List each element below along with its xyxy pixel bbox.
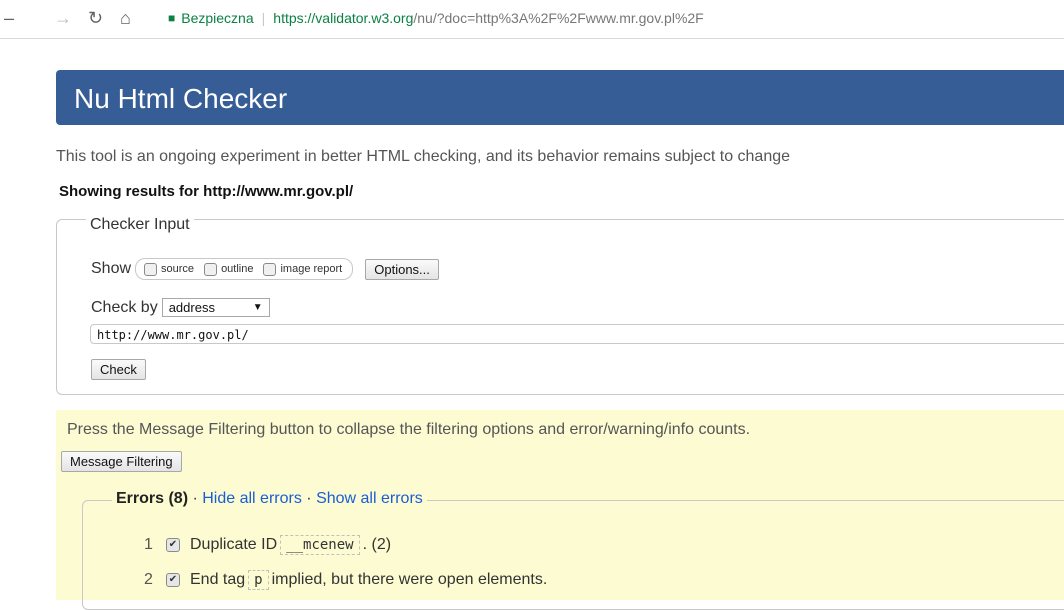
error-item: 1 ✔ Duplicate ID __mcenew . (2): [144, 535, 391, 555]
error-text: Duplicate ID: [190, 536, 278, 553]
secure-label: Bezpieczna: [181, 10, 254, 26]
error-suffix: implied, but there were open elements.: [271, 571, 548, 588]
error-text: End tag: [190, 571, 246, 588]
error-suffix: . (2): [362, 536, 392, 553]
error-number: 1: [144, 536, 153, 553]
error-toggle-checkbox[interactable]: ✔: [166, 573, 180, 587]
legend-dot: ·: [301, 490, 317, 507]
options-button[interactable]: Options...: [365, 258, 439, 280]
option-outline[interactable]: outline: [204, 262, 254, 276]
browser-toolbar: – → ↻ ⌂ ■ Bezpieczna | https://validator…: [0, 0, 1064, 39]
url-path: /nu/?doc=http%3A%2F%2Fwww.mr.gov.pl%2F: [413, 10, 704, 26]
hide-all-errors-link[interactable]: Hide all errors: [202, 490, 302, 507]
show-all-errors-link[interactable]: Show all errors: [316, 490, 423, 507]
showing-results: Showing results for http://www.mr.gov.pl…: [59, 183, 354, 200]
check-button[interactable]: Check: [91, 359, 146, 380]
page-title: Nu Html Checker: [74, 83, 288, 114]
forward-arrow-icon[interactable]: →: [54, 8, 72, 28]
legend-dot: ·: [188, 490, 203, 507]
outline-checkbox[interactable]: [204, 262, 218, 276]
lock-icon: ■: [168, 11, 176, 25]
checker-input-legend: Checker Input: [86, 216, 194, 234]
errors-count: Errors (8): [116, 490, 189, 507]
address-bar[interactable]: ■ Bezpieczna | https://validator.w3.org /…: [160, 6, 1064, 30]
errors-fieldset: [82, 500, 1064, 610]
back-arrow-icon[interactable]: –: [4, 8, 14, 28]
check-by-select[interactable]: address ▼: [161, 298, 270, 317]
option-outline-label: outline: [221, 263, 254, 275]
check-by-value: address: [168, 300, 215, 315]
address-input[interactable]: http://www.mr.gov.pl/: [90, 324, 1064, 344]
show-row: Show source outline image report Options…: [91, 258, 439, 280]
filtering-instructions: Press the Message Filtering button to co…: [67, 421, 751, 438]
error-toggle-checkbox[interactable]: ✔: [166, 538, 180, 552]
error-code: p: [248, 570, 269, 590]
option-image-report-label: image report: [280, 263, 343, 275]
header-banner: Nu Html Checker: [56, 70, 1064, 125]
errors-legend: Errors (8) · Hide all errors · Show all …: [112, 490, 427, 508]
home-icon[interactable]: ⌂: [120, 8, 131, 28]
check-by-row: Check by address ▼: [91, 298, 270, 317]
check-by-label: Check by: [91, 298, 158, 316]
dropdown-arrow-icon: ▼: [252, 302, 263, 313]
intro-text: This tool is an ongoing experiment in be…: [56, 148, 791, 165]
image-report-checkbox[interactable]: [263, 262, 277, 276]
reload-icon[interactable]: ↻: [88, 8, 103, 28]
show-options-group: source outline image report: [135, 258, 354, 280]
option-image-report[interactable]: image report: [263, 262, 343, 276]
error-number: 2: [144, 571, 153, 588]
option-source[interactable]: source: [144, 262, 195, 276]
show-label: Show: [91, 260, 132, 277]
message-filtering-button[interactable]: Message Filtering: [61, 451, 182, 472]
option-source-label: source: [161, 263, 195, 275]
address-separator: |: [261, 10, 266, 26]
url-host: https://validator.w3.org: [273, 10, 414, 26]
source-checkbox[interactable]: [144, 262, 158, 276]
error-item: 2 ✔ End tag p implied, but there were op…: [144, 570, 547, 590]
error-code: __mcenew: [280, 535, 360, 555]
